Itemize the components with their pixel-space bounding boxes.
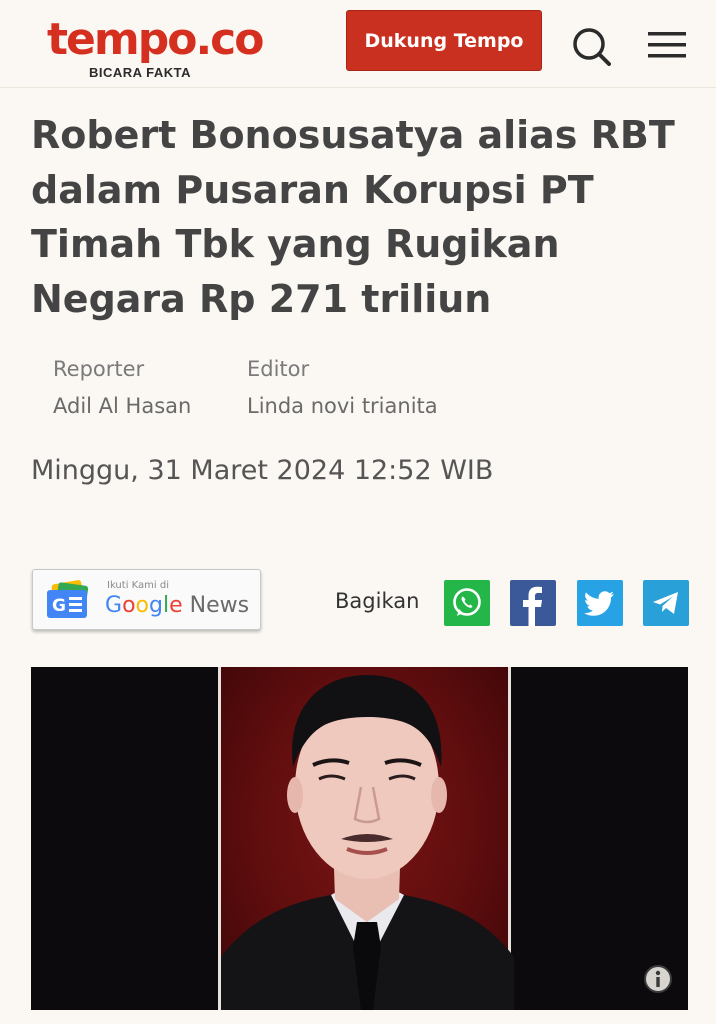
- reporter-name[interactable]: Adil Al Hasan: [53, 394, 191, 418]
- info-icon[interactable]: [643, 964, 673, 994]
- facebook-share-button[interactable]: [510, 580, 556, 626]
- article-photo: [31, 667, 688, 1010]
- google-news-follow-button[interactable]: G Ikuti Kami di Google News: [32, 569, 261, 630]
- search-icon[interactable]: [571, 26, 611, 66]
- publish-date: Minggu, 31 Maret 2024 12:52 WIB: [31, 455, 494, 486]
- site-logo[interactable]: tempo.co BICARA FAKTA: [47, 14, 264, 80]
- reporter-label: Reporter: [53, 357, 145, 381]
- twitter-share-button[interactable]: [577, 580, 623, 626]
- site-header: tempo.co BICARA FAKTA Dukung Tempo: [0, 0, 716, 88]
- telegram-icon: [653, 592, 678, 614]
- editor-name: Linda novi trianita: [247, 394, 438, 418]
- google-news-icon: G: [47, 580, 89, 618]
- article-title: Robert Bonosusatya alias RBT dalam Pusar…: [31, 113, 675, 321]
- google-news-label: Google News: [105, 593, 250, 618]
- logo-text: tempo.co: [47, 14, 264, 65]
- whatsapp-icon: [453, 588, 481, 616]
- svg-text:G: G: [52, 596, 66, 616]
- support-button[interactable]: Dukung Tempo: [346, 10, 542, 71]
- google-news-news-text: News: [189, 593, 250, 618]
- twitter-icon: [584, 591, 614, 616]
- telegram-share-button[interactable]: [643, 580, 689, 626]
- google-news-small-text: Ikuti Kami di: [107, 580, 169, 591]
- hamburger-menu-icon[interactable]: [648, 30, 686, 60]
- share-label: Bagikan: [335, 589, 420, 613]
- portrait-figure: [221, 675, 514, 1010]
- portrait-image: [218, 667, 514, 1010]
- facebook-icon: [523, 586, 542, 626]
- whatsapp-share-button[interactable]: [444, 580, 490, 626]
- editor-label: Editor: [247, 357, 310, 381]
- logo-tagline: BICARA FAKTA: [89, 65, 192, 80]
